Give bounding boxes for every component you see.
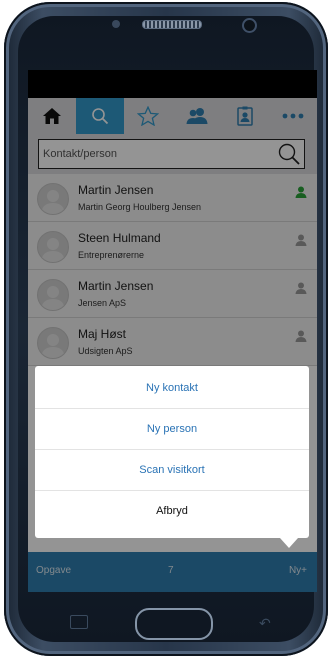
new-contact-option[interactable]: Ny kontakt <box>35 368 309 409</box>
screen: Martin Jensen Martin Georg Houlberg Jens… <box>28 70 317 592</box>
front-camera <box>242 18 257 33</box>
scan-business-card-option[interactable]: Scan visitkort <box>35 450 309 491</box>
earpiece-speaker <box>142 20 202 29</box>
home-button[interactable] <box>135 608 213 640</box>
action-sheet: Ny kontakt Ny person Scan visitkort Afbr… <box>35 366 309 538</box>
proximity-sensor <box>112 20 120 28</box>
back-button[interactable]: ↶ <box>259 615 271 632</box>
recent-apps-button[interactable] <box>70 615 88 629</box>
action-sheet-pointer <box>280 538 298 548</box>
new-person-option[interactable]: Ny person <box>35 409 309 450</box>
cancel-button[interactable]: Afbryd <box>35 491 309 531</box>
